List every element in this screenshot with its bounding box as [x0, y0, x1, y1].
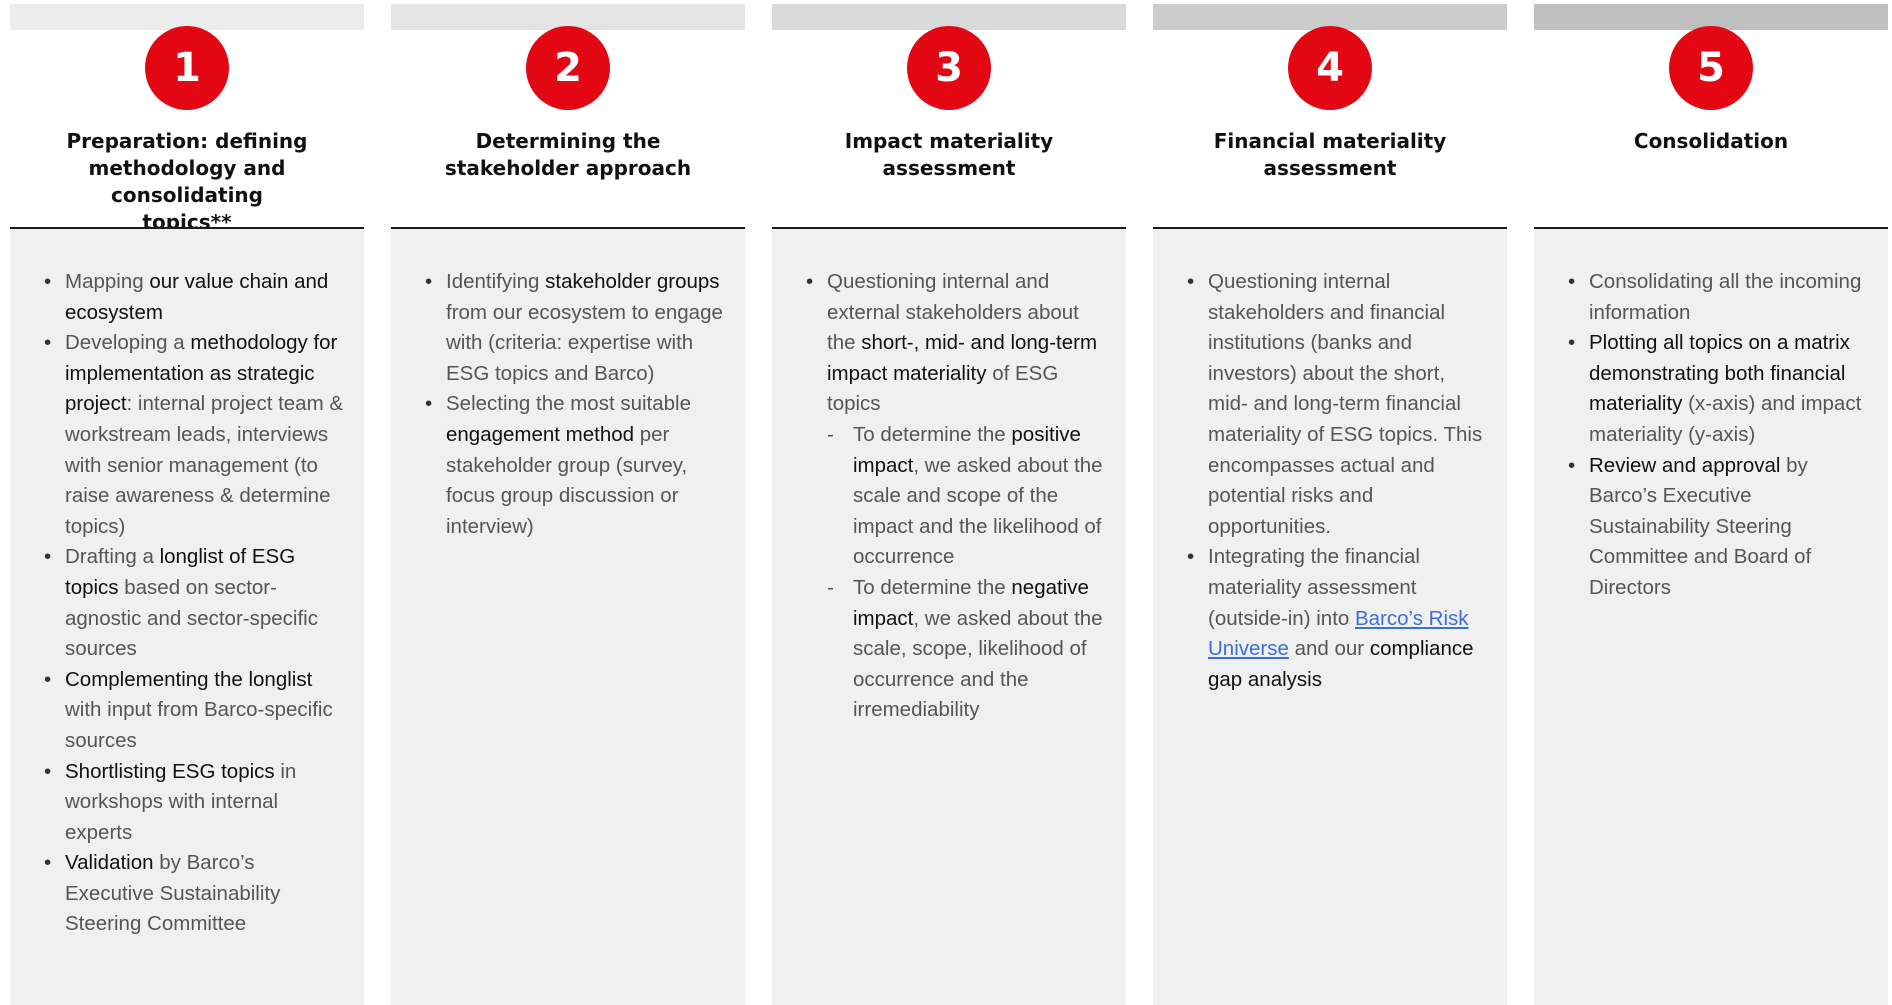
- step-title-line: Determining the: [475, 129, 661, 153]
- step-bullet-list: Identifying stakeholder groups from our …: [391, 229, 745, 542]
- bold-text: Shortlisting ESG topics: [65, 759, 275, 783]
- sub-bullet-list: To determine the positive impact, we ask…: [827, 420, 1106, 726]
- bullet-item: Integrating the financial materiality as…: [1187, 542, 1487, 695]
- step-title-line: Preparation: defining: [66, 129, 308, 153]
- text-run: Consolidating all the incoming informati…: [1589, 270, 1862, 324]
- bullet-item: Drafting a longlist of ESG topics based …: [44, 542, 344, 664]
- bullet-item: Questioning internal and external stakeh…: [806, 267, 1106, 726]
- step-body: Mapping our value chain and ecosystemDev…: [10, 229, 364, 1005]
- bullet-item: Questioning internal stakeholders and fi…: [1187, 267, 1487, 542]
- step-title: Preparation: defining methodology and con…: [10, 128, 364, 236]
- bullet-item: Review and approval by Barco’s Executive…: [1568, 451, 1868, 604]
- text-run: Questioning internal stakeholders and fi…: [1208, 270, 1483, 538]
- bullet-item: Complementing the longlist with input fr…: [44, 665, 344, 757]
- step-bullet-list: Consolidating all the incoming informati…: [1534, 229, 1888, 604]
- step-number-badge: 5: [1669, 26, 1753, 110]
- step-title: Impact materiality assessment: [772, 128, 1126, 182]
- process-steps: 1 Preparation: defining methodology and co…: [10, 4, 1888, 1005]
- step-number-badge: 2: [526, 26, 610, 110]
- step-column-1: 1 Preparation: defining methodology and co…: [10, 4, 364, 1005]
- bullet-item: Plotting all topics on a matrix demonstr…: [1568, 328, 1868, 450]
- bullet-item: Mapping our value chain and ecosystem: [44, 267, 344, 328]
- step-title-line: methodology and consolidating: [88, 156, 286, 207]
- step-title-line: stakeholder approach: [444, 156, 692, 180]
- text-run: Developing a: [65, 331, 191, 355]
- step-title-line: Consolidation: [1633, 129, 1789, 153]
- step-title: Consolidation: [1534, 128, 1888, 155]
- bullet-item: Validation by Barco’s Executive Sustaina…: [44, 848, 344, 940]
- step-bullet-list: Mapping our value chain and ecosystemDev…: [10, 229, 364, 940]
- bullet-item: Shortlisting ESG topics in workshops wit…: [44, 757, 344, 849]
- bold-text: stakeholder groups: [545, 270, 720, 293]
- step-bullet-list: Questioning internal stakeholders and fi…: [1153, 229, 1507, 695]
- step-title: Determining the stakeholder approach: [391, 128, 745, 182]
- step-column-3: 3 Impact materiality assessment Questioning…: [772, 4, 1126, 1005]
- bullet-item: Consolidating all the incoming informati…: [1568, 267, 1868, 328]
- step-title: Financial materiality assessment: [1153, 128, 1507, 182]
- step-body: Questioning internal and external stakeh…: [772, 229, 1126, 1005]
- step-body: Identifying stakeholder groups from our …: [391, 229, 745, 1005]
- step-title-line: Financial materiality: [1213, 129, 1447, 153]
- text-run: with input from Barco-specific sources: [65, 698, 333, 752]
- text-run: To determine the: [853, 422, 1012, 446]
- bold-text: engagement method: [446, 422, 635, 446]
- bold-text: Complementing the longlist: [65, 667, 313, 691]
- bullet-item: Developing a methodology for implementat…: [44, 328, 344, 542]
- bullet-item: Identifying stakeholder groups from our …: [425, 267, 725, 389]
- sub-bullet-item: To determine the positive impact, we ask…: [827, 420, 1106, 573]
- step-number-badge: 1: [145, 26, 229, 110]
- bold-text: Review and approval: [1589, 453, 1781, 477]
- step-title-line: assessment: [882, 156, 1016, 180]
- step-column-2: 2 Determining the stakeholder approach Iden…: [391, 4, 745, 1005]
- step-title-line: Impact materiality: [844, 129, 1054, 153]
- text-run: Drafting a: [65, 545, 160, 569]
- step-body: Questioning internal stakeholders and fi…: [1153, 229, 1507, 1005]
- text-run: and our: [1288, 637, 1370, 661]
- step-title-line: assessment: [1263, 156, 1397, 180]
- step-number-badge: 3: [907, 26, 991, 110]
- text-run: To determine the: [853, 575, 1012, 599]
- text-run: Mapping: [65, 270, 150, 293]
- text-run: from our ecosystem to engage with (crite…: [446, 300, 723, 385]
- step-number-badge: 4: [1288, 26, 1372, 110]
- step-bullet-list: Questioning internal and external stakeh…: [772, 229, 1126, 726]
- bullet-item: Selecting the most suitable engagement m…: [425, 389, 725, 542]
- text-run: Selecting the most suitable: [446, 392, 691, 416]
- step-body: Consolidating all the incoming informati…: [1534, 229, 1888, 1005]
- bold-text: Validation: [65, 851, 154, 875]
- step-column-4: 4 Financial materiality assessment Question…: [1153, 4, 1507, 1005]
- step-column-5: 5 Consolidation Consolidating all the inco…: [1534, 4, 1888, 1005]
- text-run: Identifying: [446, 270, 546, 293]
- sub-bullet-item: To determine the negative impact, we ask…: [827, 573, 1106, 726]
